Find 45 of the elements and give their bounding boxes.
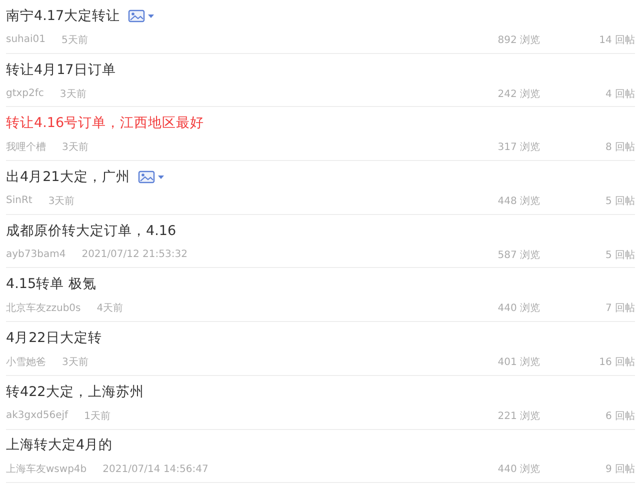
reply-count: 14 回帖 <box>598 34 635 47</box>
post-time: 3天前 <box>48 194 75 208</box>
post-title[interactable]: 出4月21大定，广州 <box>6 168 130 186</box>
post-time: 2021/07/12 21:53:32 <box>82 249 188 260</box>
reply-count: 7 回帖 <box>604 302 635 316</box>
post-time: 5天前 <box>62 34 88 47</box>
post-time: 3天前 <box>60 88 86 101</box>
post-time: 2021/07/14 14:56:47 <box>102 464 208 475</box>
author-name[interactable]: 我哩个槽 <box>6 140 46 154</box>
author-name[interactable]: 上海车友wswp4b <box>6 462 87 476</box>
reply-count: 8 回帖 <box>604 140 635 154</box>
view-count: 587 浏览 <box>496 248 540 262</box>
author-name[interactable]: 北京车友zzub0s <box>6 301 81 316</box>
view-count: 448 浏览 <box>496 194 540 208</box>
reply-count: 16 回帖 <box>598 356 635 369</box>
author-name[interactable]: ayb73bam4 <box>6 249 66 260</box>
post-title[interactable]: 南宁4.17大定转让 <box>6 6 120 25</box>
post-time: 3天前 <box>62 141 88 154</box>
reply-count: 9 回帖 <box>604 462 635 476</box>
post-title[interactable]: 4.15转单 极氪 <box>6 275 96 294</box>
view-count: 242 浏览 <box>496 88 540 101</box>
view-count: 221 浏览 <box>496 410 540 423</box>
reply-count: 5 回帖 <box>604 194 635 208</box>
post-title[interactable]: 转422大定，上海苏州 <box>6 382 144 401</box>
post-title[interactable]: 成都原价转大定订单，4.16 <box>6 222 176 240</box>
post-time: 1天前 <box>84 410 110 423</box>
post-title[interactable]: 上海转大定4月的 <box>6 436 113 454</box>
author-name[interactable]: suhai01 <box>6 34 46 46</box>
reply-count: 5 回帖 <box>604 248 635 262</box>
view-count: 401 浏览 <box>496 356 540 369</box>
author-name[interactable]: SinRt <box>6 195 32 206</box>
post-title[interactable]: 转让4.16号订单，江西地区最好 <box>6 114 204 132</box>
view-count: 440 浏览 <box>496 462 540 476</box>
author-name[interactable]: ak3gxd56ejf <box>6 410 68 422</box>
post-title[interactable]: 4月22日大定转 <box>6 328 102 347</box>
reply-count: 6 回帖 <box>604 410 635 423</box>
post-time: 4天前 <box>96 302 124 316</box>
reply-count: 4 回帖 <box>604 88 635 101</box>
view-count: 892 浏览 <box>496 34 540 47</box>
author-name[interactable]: gtxp2fc <box>6 88 44 100</box>
view-count: 440 浏览 <box>496 302 540 316</box>
view-count: 317 浏览 <box>496 140 540 154</box>
post-title[interactable]: 转让4月17日订单 <box>6 60 116 79</box>
author-name[interactable]: 小雪她爸 <box>6 354 46 369</box>
post-time: 3天前 <box>62 356 88 369</box>
